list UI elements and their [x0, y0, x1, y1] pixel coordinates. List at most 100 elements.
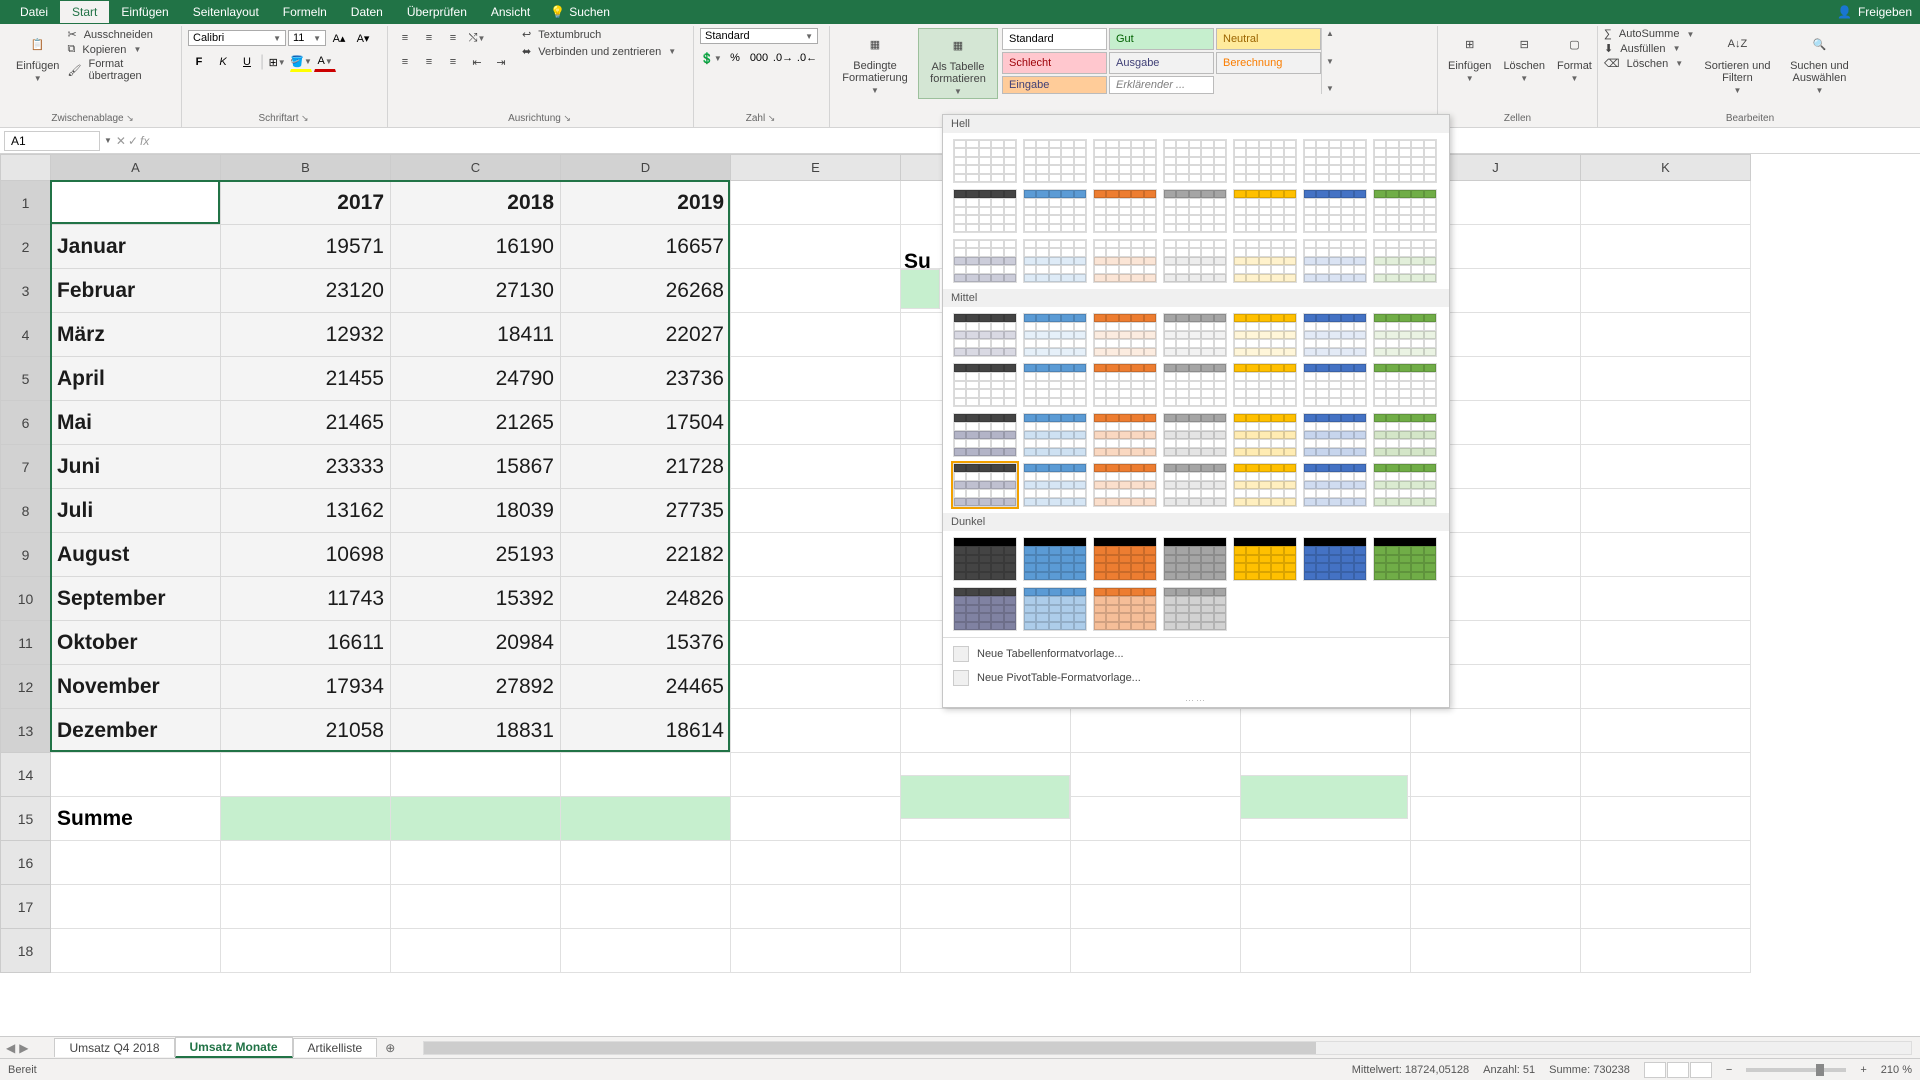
dialog-launcher-icon[interactable]: ↘	[298, 113, 310, 123]
cell[interactable]	[561, 885, 731, 929]
accept-formula-button[interactable]: ✓	[128, 134, 138, 148]
cell[interactable]	[1581, 357, 1751, 401]
cell[interactable]: 18411	[391, 313, 561, 357]
cell[interactable]	[1581, 577, 1751, 621]
cell[interactable]: Juni	[51, 445, 221, 489]
menu-start[interactable]: Start	[60, 1, 109, 23]
menu-seitenlayout[interactable]: Seitenlayout	[181, 1, 271, 23]
styles-gallery-more[interactable]: ▲▼▼	[1321, 28, 1338, 94]
cell[interactable]	[51, 753, 221, 797]
cell[interactable]: 21728	[561, 445, 731, 489]
row-header-3[interactable]: 3	[1, 269, 51, 313]
thousands-button[interactable]: 000	[748, 48, 770, 68]
table-style-thumb[interactable]	[1163, 363, 1227, 407]
fx-button[interactable]: fx	[140, 134, 149, 148]
cell[interactable]: 2018	[391, 181, 561, 225]
table-style-thumb[interactable]	[1233, 413, 1297, 457]
cell[interactable]	[1241, 841, 1411, 885]
number-format-combo[interactable]: Standard▼	[700, 28, 818, 44]
orientation-button[interactable]: ⤭▼	[466, 28, 488, 48]
decrease-indent-button[interactable]: ⇤	[466, 52, 488, 72]
dialog-launcher-icon[interactable]: ↘	[765, 113, 777, 123]
row-header-18[interactable]: 18	[1, 929, 51, 973]
cell[interactable]: 22182	[561, 533, 731, 577]
decrease-decimal-button[interactable]: .0←	[796, 48, 818, 68]
cell[interactable]	[51, 841, 221, 885]
table-style-thumb[interactable]	[1233, 139, 1297, 183]
sort-filter-button[interactable]: A↓ZSortieren und Filtern▼	[1698, 28, 1776, 97]
new-sheet-button[interactable]: ⊕	[377, 1039, 403, 1057]
cell[interactable]	[1581, 665, 1751, 709]
cell[interactable]: September	[51, 577, 221, 621]
name-box-dropdown[interactable]: ▼	[104, 136, 112, 145]
cell[interactable]: März	[51, 313, 221, 357]
cell[interactable]: 12932	[221, 313, 391, 357]
borders-button[interactable]: ⊞▼	[266, 52, 288, 72]
cell[interactable]	[1581, 753, 1751, 797]
cell[interactable]: 11743	[221, 577, 391, 621]
conditional-formatting-button[interactable]: ▦ Bedingte Formatierung▼	[836, 28, 914, 97]
sheet-nav[interactable]: ◀▶	[0, 1041, 34, 1055]
menu-ueberpruefen[interactable]: Überprüfen	[395, 1, 479, 23]
cut-button[interactable]: ✂ Ausschneiden	[67, 28, 175, 41]
table-style-thumb[interactable]	[1093, 239, 1157, 283]
increase-decimal-button[interactable]: .0→	[772, 48, 794, 68]
cell[interactable]: November	[51, 665, 221, 709]
row-header-10[interactable]: 10	[1, 577, 51, 621]
table-style-thumb[interactable]	[953, 189, 1017, 233]
bold-button[interactable]: F	[188, 52, 210, 72]
cell[interactable]	[731, 489, 901, 533]
cell[interactable]	[901, 709, 1071, 753]
row-header-4[interactable]: 4	[1, 313, 51, 357]
cell[interactable]: 16611	[221, 621, 391, 665]
cell[interactable]	[1411, 797, 1581, 841]
cell[interactable]	[51, 885, 221, 929]
row-header-13[interactable]: 13	[1, 709, 51, 753]
cell[interactable]	[731, 929, 901, 973]
style-berechnung[interactable]: Berechnung	[1216, 52, 1321, 74]
table-style-thumb[interactable]	[1093, 537, 1157, 581]
table-style-thumb[interactable]	[953, 313, 1017, 357]
cell[interactable]: 18614	[561, 709, 731, 753]
zoom-level[interactable]: 210 %	[1881, 1064, 1912, 1076]
table-style-thumb[interactable]	[1163, 189, 1227, 233]
table-style-thumb[interactable]	[1023, 363, 1087, 407]
cell[interactable]	[221, 841, 391, 885]
row-header-14[interactable]: 14	[1, 753, 51, 797]
format-as-table-button[interactable]: ▦ Als Tabelle formatieren▼	[918, 28, 998, 99]
cell[interactable]: 23736	[561, 357, 731, 401]
cell[interactable]: 15376	[561, 621, 731, 665]
table-style-thumb[interactable]	[1303, 363, 1367, 407]
table-style-thumb[interactable]	[1093, 139, 1157, 183]
table-style-thumb[interactable]	[1023, 313, 1087, 357]
format-cells-button[interactable]: ▢Format▼	[1553, 28, 1596, 85]
cell[interactable]	[731, 357, 901, 401]
cell[interactable]	[1581, 269, 1751, 313]
cell[interactable]	[1581, 929, 1751, 973]
cell[interactable]	[1241, 885, 1411, 929]
table-style-thumb[interactable]	[1093, 189, 1157, 233]
format-painter-button[interactable]: 🖌 Format übertragen	[67, 58, 175, 82]
panel-resize-handle[interactable]: ⋯⋯	[943, 694, 1449, 707]
cell[interactable]: 24465	[561, 665, 731, 709]
table-style-thumb[interactable]	[1373, 537, 1437, 581]
cell[interactable]: 21265	[391, 401, 561, 445]
table-style-thumb[interactable]	[1373, 189, 1437, 233]
cell[interactable]	[731, 225, 901, 269]
cell[interactable]	[901, 841, 1071, 885]
table-style-thumb[interactable]	[1233, 313, 1297, 357]
align-middle-button[interactable]: ≡	[418, 28, 440, 48]
table-style-thumb[interactable]	[1023, 463, 1087, 507]
cell[interactable]	[1581, 709, 1751, 753]
style-eingabe[interactable]: Eingabe	[1002, 76, 1107, 94]
table-style-thumb[interactable]	[1373, 139, 1437, 183]
cell[interactable]: Dezember	[51, 709, 221, 753]
table-style-thumb[interactable]	[1373, 463, 1437, 507]
normal-view-button[interactable]	[1644, 1062, 1666, 1078]
table-style-thumb[interactable]	[953, 413, 1017, 457]
table-style-thumb[interactable]	[1373, 313, 1437, 357]
cell[interactable]	[1581, 401, 1751, 445]
table-style-thumb[interactable]	[1023, 413, 1087, 457]
autosum-button[interactable]: ∑ AutoSumme ▼	[1604, 28, 1694, 40]
row-header-7[interactable]: 7	[1, 445, 51, 489]
